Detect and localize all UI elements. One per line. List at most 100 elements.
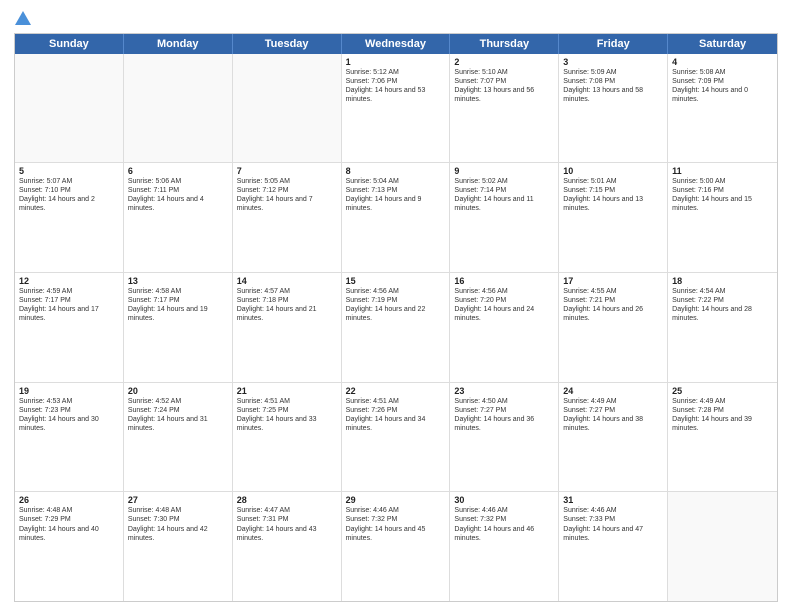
calendar-day-9: 9Sunrise: 5:02 AM Sunset: 7:14 PM Daylig… [450,163,559,272]
calendar-day-4: 4Sunrise: 5:08 AM Sunset: 7:09 PM Daylig… [668,54,777,163]
calendar-week-5: 26Sunrise: 4:48 AM Sunset: 7:29 PM Dayli… [15,492,777,601]
calendar-day-2: 2Sunrise: 5:10 AM Sunset: 7:07 PM Daylig… [450,54,559,163]
weekday-header-monday: Monday [124,34,233,54]
day-info: Sunrise: 4:56 AM Sunset: 7:19 PM Dayligh… [346,287,446,323]
calendar-day-26: 26Sunrise: 4:48 AM Sunset: 7:29 PM Dayli… [15,492,124,601]
day-info: Sunrise: 4:50 AM Sunset: 7:27 PM Dayligh… [454,397,554,433]
calendar-day-20: 20Sunrise: 4:52 AM Sunset: 7:24 PM Dayli… [124,383,233,492]
day-number: 27 [128,495,228,505]
calendar-day-6: 6Sunrise: 5:06 AM Sunset: 7:11 PM Daylig… [124,163,233,272]
day-info: Sunrise: 4:46 AM Sunset: 7:32 PM Dayligh… [454,506,554,542]
day-number: 20 [128,386,228,396]
weekday-header-thursday: Thursday [450,34,559,54]
calendar-day-30: 30Sunrise: 4:46 AM Sunset: 7:32 PM Dayli… [450,492,559,601]
calendar-day-8: 8Sunrise: 5:04 AM Sunset: 7:13 PM Daylig… [342,163,451,272]
day-info: Sunrise: 5:00 AM Sunset: 7:16 PM Dayligh… [672,177,773,213]
day-number: 2 [454,57,554,67]
day-info: Sunrise: 5:06 AM Sunset: 7:11 PM Dayligh… [128,177,228,213]
calendar-day-23: 23Sunrise: 4:50 AM Sunset: 7:27 PM Dayli… [450,383,559,492]
day-info: Sunrise: 4:46 AM Sunset: 7:33 PM Dayligh… [563,506,663,542]
day-number: 13 [128,276,228,286]
calendar-day-27: 27Sunrise: 4:48 AM Sunset: 7:30 PM Dayli… [124,492,233,601]
day-number: 14 [237,276,337,286]
header [14,10,778,27]
calendar-header: SundayMondayTuesdayWednesdayThursdayFrid… [15,34,777,54]
day-number: 22 [346,386,446,396]
day-number: 17 [563,276,663,286]
calendar-day-5: 5Sunrise: 5:07 AM Sunset: 7:10 PM Daylig… [15,163,124,272]
calendar-day-24: 24Sunrise: 4:49 AM Sunset: 7:27 PM Dayli… [559,383,668,492]
calendar-day-empty [15,54,124,163]
day-number: 9 [454,166,554,176]
main-container: SundayMondayTuesdayWednesdayThursdayFrid… [0,0,792,612]
calendar-day-3: 3Sunrise: 5:09 AM Sunset: 7:08 PM Daylig… [559,54,668,163]
calendar-day-19: 19Sunrise: 4:53 AM Sunset: 7:23 PM Dayli… [15,383,124,492]
day-number: 11 [672,166,773,176]
day-info: Sunrise: 5:07 AM Sunset: 7:10 PM Dayligh… [19,177,119,213]
day-info: Sunrise: 5:09 AM Sunset: 7:08 PM Dayligh… [563,68,663,104]
day-number: 1 [346,57,446,67]
day-number: 10 [563,166,663,176]
calendar-week-3: 12Sunrise: 4:59 AM Sunset: 7:17 PM Dayli… [15,273,777,383]
day-info: Sunrise: 4:49 AM Sunset: 7:28 PM Dayligh… [672,397,773,433]
weekday-header-sunday: Sunday [15,34,124,54]
day-number: 4 [672,57,773,67]
logo-icon [15,11,31,25]
day-number: 3 [563,57,663,67]
day-number: 7 [237,166,337,176]
calendar-week-4: 19Sunrise: 4:53 AM Sunset: 7:23 PM Dayli… [15,383,777,493]
calendar-body: 1Sunrise: 5:12 AM Sunset: 7:06 PM Daylig… [15,54,777,602]
day-number: 30 [454,495,554,505]
day-info: Sunrise: 4:54 AM Sunset: 7:22 PM Dayligh… [672,287,773,323]
calendar-day-empty [668,492,777,601]
weekday-header-friday: Friday [559,34,668,54]
day-info: Sunrise: 5:12 AM Sunset: 7:06 PM Dayligh… [346,68,446,104]
calendar-day-29: 29Sunrise: 4:46 AM Sunset: 7:32 PM Dayli… [342,492,451,601]
calendar: SundayMondayTuesdayWednesdayThursdayFrid… [14,33,778,603]
calendar-day-empty [124,54,233,163]
calendar-day-14: 14Sunrise: 4:57 AM Sunset: 7:18 PM Dayli… [233,273,342,382]
weekday-header-wednesday: Wednesday [342,34,451,54]
day-info: Sunrise: 4:51 AM Sunset: 7:26 PM Dayligh… [346,397,446,433]
day-info: Sunrise: 5:04 AM Sunset: 7:13 PM Dayligh… [346,177,446,213]
day-info: Sunrise: 5:02 AM Sunset: 7:14 PM Dayligh… [454,177,554,213]
calendar-day-11: 11Sunrise: 5:00 AM Sunset: 7:16 PM Dayli… [668,163,777,272]
day-number: 15 [346,276,446,286]
day-number: 6 [128,166,228,176]
weekday-header-tuesday: Tuesday [233,34,342,54]
weekday-header-saturday: Saturday [668,34,777,54]
day-info: Sunrise: 4:53 AM Sunset: 7:23 PM Dayligh… [19,397,119,433]
day-info: Sunrise: 4:55 AM Sunset: 7:21 PM Dayligh… [563,287,663,323]
logo-text [14,10,31,27]
day-info: Sunrise: 5:01 AM Sunset: 7:15 PM Dayligh… [563,177,663,213]
day-info: Sunrise: 4:48 AM Sunset: 7:30 PM Dayligh… [128,506,228,542]
calendar-day-10: 10Sunrise: 5:01 AM Sunset: 7:15 PM Dayli… [559,163,668,272]
day-number: 26 [19,495,119,505]
day-number: 29 [346,495,446,505]
day-number: 8 [346,166,446,176]
day-info: Sunrise: 4:47 AM Sunset: 7:31 PM Dayligh… [237,506,337,542]
day-number: 31 [563,495,663,505]
day-info: Sunrise: 5:08 AM Sunset: 7:09 PM Dayligh… [672,68,773,104]
day-number: 16 [454,276,554,286]
day-info: Sunrise: 5:05 AM Sunset: 7:12 PM Dayligh… [237,177,337,213]
day-info: Sunrise: 4:57 AM Sunset: 7:18 PM Dayligh… [237,287,337,323]
calendar-day-18: 18Sunrise: 4:54 AM Sunset: 7:22 PM Dayli… [668,273,777,382]
day-info: Sunrise: 4:48 AM Sunset: 7:29 PM Dayligh… [19,506,119,542]
calendar-day-15: 15Sunrise: 4:56 AM Sunset: 7:19 PM Dayli… [342,273,451,382]
calendar-day-16: 16Sunrise: 4:56 AM Sunset: 7:20 PM Dayli… [450,273,559,382]
day-number: 19 [19,386,119,396]
calendar-day-28: 28Sunrise: 4:47 AM Sunset: 7:31 PM Dayli… [233,492,342,601]
calendar-day-21: 21Sunrise: 4:51 AM Sunset: 7:25 PM Dayli… [233,383,342,492]
day-info: Sunrise: 4:51 AM Sunset: 7:25 PM Dayligh… [237,397,337,433]
calendar-day-12: 12Sunrise: 4:59 AM Sunset: 7:17 PM Dayli… [15,273,124,382]
calendar-day-7: 7Sunrise: 5:05 AM Sunset: 7:12 PM Daylig… [233,163,342,272]
day-number: 18 [672,276,773,286]
calendar-day-13: 13Sunrise: 4:58 AM Sunset: 7:17 PM Dayli… [124,273,233,382]
day-number: 25 [672,386,773,396]
calendar-day-1: 1Sunrise: 5:12 AM Sunset: 7:06 PM Daylig… [342,54,451,163]
day-number: 12 [19,276,119,286]
calendar-day-17: 17Sunrise: 4:55 AM Sunset: 7:21 PM Dayli… [559,273,668,382]
calendar-week-1: 1Sunrise: 5:12 AM Sunset: 7:06 PM Daylig… [15,54,777,164]
day-info: Sunrise: 4:46 AM Sunset: 7:32 PM Dayligh… [346,506,446,542]
